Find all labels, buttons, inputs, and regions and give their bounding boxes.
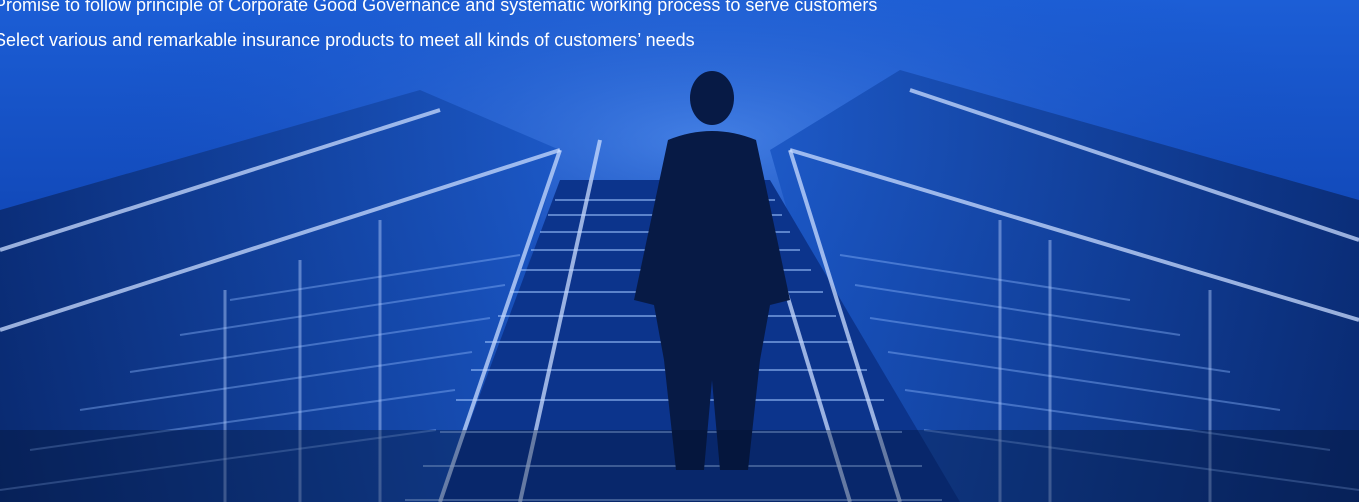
hero-caption-line-governance: Promise to follow principle of Corporate… xyxy=(0,0,878,15)
hero-banner: Promise to follow principle of Corporate… xyxy=(0,0,1359,502)
businessman-climbing-stairs-photo xyxy=(0,0,1359,502)
hero-caption-line-products: Select various and remarkable insurance … xyxy=(0,30,695,50)
hero-caption: Promise to follow principle of Corporate… xyxy=(0,0,877,58)
